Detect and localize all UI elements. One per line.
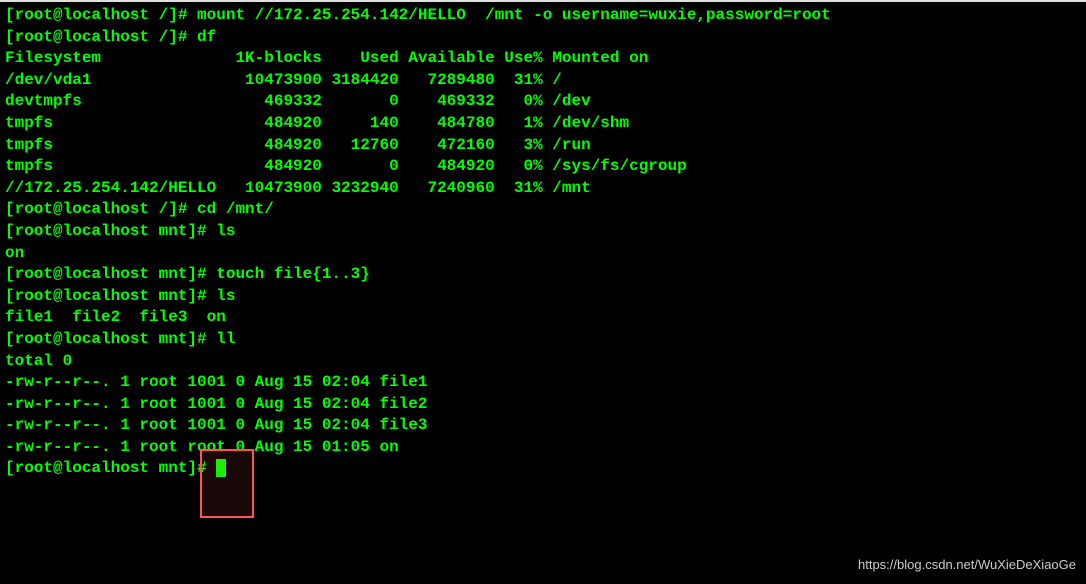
command-text: cd /mnt/ [187, 200, 273, 218]
command-text: touch file{1..3} [207, 265, 370, 283]
terminal-line: [root@localhost mnt]# ll [5, 329, 1081, 351]
shell-prompt: [root@localhost mnt]# [5, 265, 207, 283]
df-row: tmpfs 484920 140 484780 1% /dev/shm [5, 113, 1081, 135]
command-text: df [187, 28, 216, 46]
terminal-line: [root@localhost mnt]# ls [5, 286, 1081, 308]
shell-prompt: [root@localhost /]# [5, 28, 187, 46]
command-text: mount //172.25.254.142/HELLO /mnt -o use… [187, 6, 830, 24]
shell-prompt: [root@localhost mnt]# [5, 330, 207, 348]
watermark-text: https://blog.csdn.net/WuXieDeXiaoGe [858, 556, 1076, 574]
shell-prompt: [root@localhost /]# [5, 200, 187, 218]
shell-prompt: [root@localhost mnt]# [5, 459, 207, 477]
df-row: /dev/vda1 10473900 3184420 7289480 31% / [5, 70, 1081, 92]
terminal-line: [root@localhost mnt]# touch file{1..3} [5, 264, 1081, 286]
ll-total: total 0 [5, 351, 1081, 373]
df-header: Filesystem 1K-blocks Used Available Use%… [5, 48, 1081, 70]
terminal-cursor [216, 459, 226, 477]
ll-row: -rw-r--r--. 1 root 1001 0 Aug 15 02:04 f… [5, 372, 1081, 394]
df-row: //172.25.254.142/HELLO 10473900 3232940 … [5, 178, 1081, 200]
terminal-line: [root@localhost mnt]# ls [5, 221, 1081, 243]
window-top-border [0, 0, 1086, 2]
ll-row: -rw-r--r--. 1 root 1001 0 Aug 15 02:04 f… [5, 394, 1081, 416]
terminal-line: [root@localhost /]# mount //172.25.254.1… [5, 5, 1081, 27]
command-text [207, 459, 217, 477]
ls-output: on [5, 243, 1081, 265]
df-row: tmpfs 484920 12760 472160 3% /run [5, 135, 1081, 157]
terminal-content[interactable]: [root@localhost /]# mount //172.25.254.1… [5, 5, 1081, 480]
terminal-line: [root@localhost /]# cd /mnt/ [5, 199, 1081, 221]
ll-row: -rw-r--r--. 1 root 1001 0 Aug 15 02:04 f… [5, 415, 1081, 437]
shell-prompt: [root@localhost /]# [5, 6, 187, 24]
shell-prompt: [root@localhost mnt]# [5, 287, 207, 305]
df-row: devtmpfs 469332 0 469332 0% /dev [5, 91, 1081, 113]
command-text: ll [207, 330, 236, 348]
command-text: ls [207, 287, 236, 305]
command-text: ls [207, 222, 236, 240]
ls-output: file1 file2 file3 on [5, 307, 1081, 329]
terminal-line: [root@localhost mnt]# [5, 458, 1081, 480]
ll-row: -rw-r--r--. 1 root root 0 Aug 15 01:05 o… [5, 437, 1081, 459]
shell-prompt: [root@localhost mnt]# [5, 222, 207, 240]
terminal-line: [root@localhost /]# df [5, 27, 1081, 49]
df-row: tmpfs 484920 0 484920 0% /sys/fs/cgroup [5, 156, 1081, 178]
